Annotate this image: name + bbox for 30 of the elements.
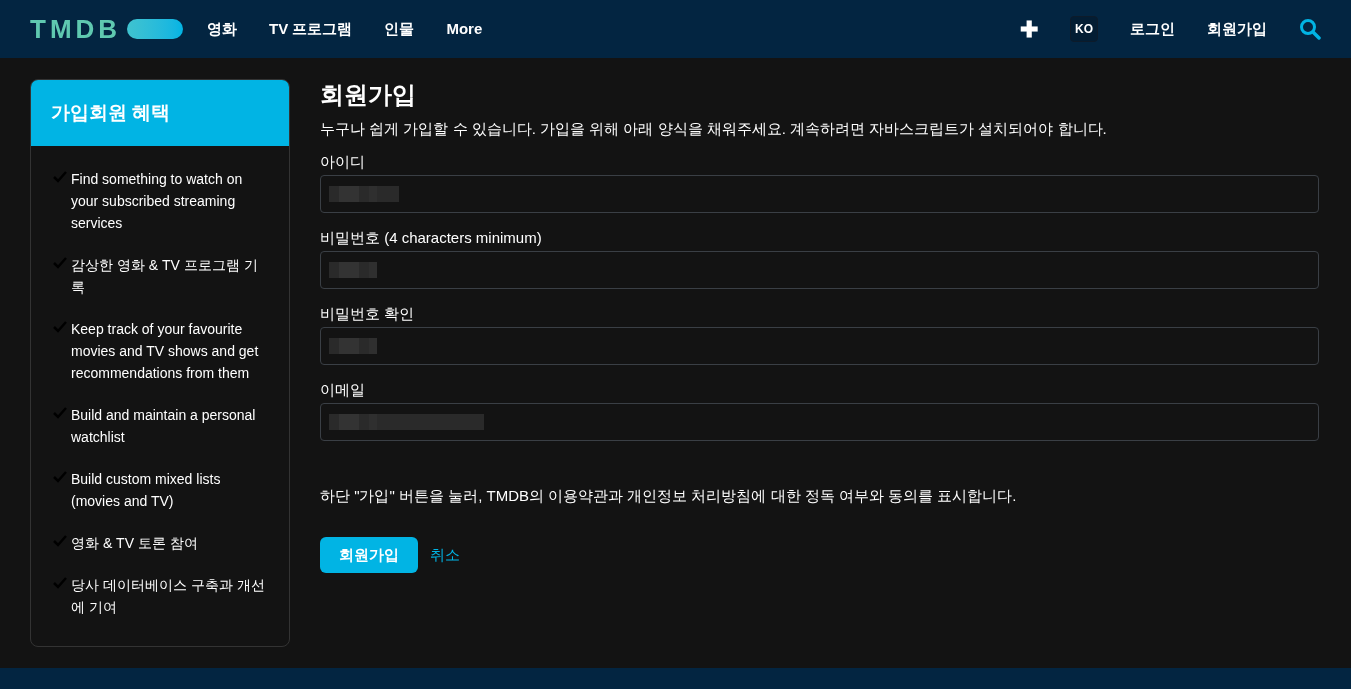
- benefit-text: Find something to watch on your subscribed streaming services: [71, 170, 244, 233]
- add-icon[interactable]: ✚: [1020, 12, 1038, 46]
- search-icon[interactable]: [1299, 18, 1321, 40]
- login-link[interactable]: 로그인: [1130, 17, 1175, 41]
- page-title: 회원가입: [320, 80, 417, 110]
- input-field[interactable]: [320, 326, 1319, 365]
- nav-link[interactable]: 인물: [384, 17, 415, 41]
- input-field[interactable]: [320, 250, 1319, 289]
- benefit-text: 영화 & TV 토론 참여: [71, 534, 198, 553]
- field-label: 비밀번호 (4 characters minimum): [320, 227, 543, 248]
- nav-link[interactable]: 영화: [207, 17, 238, 41]
- logo[interactable]: TMDB: [30, 9, 184, 49]
- nav-link[interactable]: TV 프로그램: [269, 17, 353, 41]
- benefit-text: Build and maintain a personal watchlist: [71, 406, 257, 447]
- benefit-text: Build custom mixed lists (movies and TV): [71, 470, 222, 511]
- language-button[interactable]: KO: [1070, 16, 1098, 42]
- benefit-text: Keep track of your favourite movies and TV shows and get recommendations from them: [71, 320, 260, 383]
- input-field[interactable]: [320, 174, 1319, 213]
- intro-text: 누구나 쉽게 가입할 수 있습니다. 가입을 위해 아래 양식을 채워주세요. 계속하려면 자바스크립트가 설치되어야 합니다.: [320, 119, 1108, 139]
- signup-link[interactable]: 회원가입: [1207, 17, 1267, 41]
- input-field[interactable]: [320, 402, 1319, 441]
- field-label: 비밀번호 확인: [320, 303, 416, 324]
- terms-notice: 하단 "가입" 버튼을 눌러, TMDB의 이용약관과 개인정보 처리방침에 대한 정독 여부와 동의를 표시합니다.: [320, 485, 1018, 506]
- nav-link[interactable]: More: [446, 17, 483, 41]
- benefit-text: 당사 데이터베이스 구축과 개선에 기여: [71, 576, 266, 617]
- field-label: 아이디: [320, 151, 366, 172]
- cancel-link[interactable]: 취소: [430, 543, 460, 567]
- benefit-text: 감상한 영화 & TV 프로그램 기록: [71, 256, 259, 297]
- card-title: 가입회원 혜택: [51, 100, 171, 125]
- field-label: 이메일: [320, 379, 366, 400]
